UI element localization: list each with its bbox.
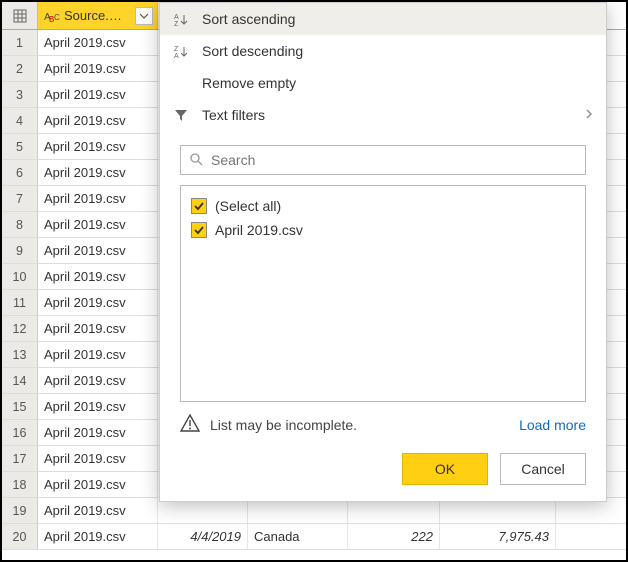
table-icon bbox=[13, 9, 27, 23]
search-input[interactable] bbox=[211, 152, 577, 168]
cell-source-name[interactable]: April 2019.csv bbox=[38, 394, 158, 419]
cell-source-name[interactable]: April 2019.csv bbox=[38, 342, 158, 367]
cell-source-name[interactable]: April 2019.csv bbox=[38, 30, 158, 55]
cell-source-name[interactable]: April 2019.csv bbox=[38, 368, 158, 393]
row-number-cell[interactable]: 4 bbox=[2, 108, 38, 133]
cell-source-name[interactable]: April 2019.csv bbox=[38, 212, 158, 237]
cell-revenue[interactable]: 7,975.43 bbox=[440, 524, 556, 549]
popup-item-label: Text filters bbox=[202, 107, 265, 123]
row-number-cell[interactable]: 11 bbox=[2, 290, 38, 315]
cell-source-name[interactable]: April 2019.csv bbox=[38, 290, 158, 315]
svg-text:Z: Z bbox=[174, 21, 179, 26]
checkbox-label: April 2019.csv bbox=[215, 222, 303, 238]
cell-source-name[interactable]: April 2019.csv bbox=[38, 420, 158, 445]
row-number-cell[interactable]: 1 bbox=[2, 30, 38, 55]
filter-search-box[interactable] bbox=[180, 145, 586, 175]
row-number-cell[interactable]: 2 bbox=[2, 56, 38, 81]
row-number-cell[interactable]: 12 bbox=[2, 316, 38, 341]
column-header-source-name[interactable]: ABC Source.Name bbox=[38, 2, 158, 29]
checkbox-checked[interactable] bbox=[191, 222, 207, 238]
column-filter-dropdown[interactable] bbox=[135, 7, 153, 25]
cell-source-name[interactable]: April 2019.csv bbox=[38, 446, 158, 471]
popup-item-label: Sort ascending bbox=[202, 11, 295, 27]
filter-values-list[interactable]: (Select all) April 2019.csv bbox=[180, 185, 586, 402]
filter-icon bbox=[172, 108, 190, 122]
cell-source-name[interactable]: April 2019.csv bbox=[38, 498, 158, 523]
row-number-cell[interactable]: 20 bbox=[2, 524, 38, 549]
cell-source-name[interactable]: April 2019.csv bbox=[38, 524, 158, 549]
popup-item-label: Remove empty bbox=[202, 75, 296, 91]
row-number-cell[interactable]: 15 bbox=[2, 394, 38, 419]
cell-source-name[interactable]: April 2019.csv bbox=[38, 108, 158, 133]
row-number-header[interactable] bbox=[2, 2, 38, 29]
cell-source-name[interactable]: April 2019.csv bbox=[38, 238, 158, 263]
popup-button-row: OK Cancel bbox=[160, 443, 606, 501]
row-number-cell[interactable]: 7 bbox=[2, 186, 38, 211]
sort-descending-item[interactable]: ZA Sort descending bbox=[160, 35, 606, 67]
chevron-right-icon bbox=[584, 107, 594, 123]
search-icon bbox=[189, 152, 203, 169]
row-number-cell[interactable]: 13 bbox=[2, 342, 38, 367]
column-filter-popup: AZ Sort ascending ZA Sort descending Rem… bbox=[159, 2, 607, 502]
sort-desc-icon: ZA bbox=[172, 44, 190, 58]
row-number-cell[interactable]: 6 bbox=[2, 160, 38, 185]
filter-value-row[interactable]: April 2019.csv bbox=[191, 218, 575, 242]
row-number-cell[interactable]: 9 bbox=[2, 238, 38, 263]
row-number-cell[interactable]: 17 bbox=[2, 446, 38, 471]
cell-country[interactable]: Canada bbox=[248, 524, 348, 549]
row-number-cell[interactable]: 5 bbox=[2, 134, 38, 159]
cell-source-name[interactable]: April 2019.csv bbox=[38, 472, 158, 497]
table-row[interactable]: 20April 2019.csv4/4/2019Canada2227,975.4… bbox=[2, 524, 626, 550]
cancel-button[interactable]: Cancel bbox=[500, 453, 586, 485]
column-label: Source.Name bbox=[64, 8, 131, 23]
warning-icon bbox=[180, 414, 200, 435]
row-number-cell[interactable]: 14 bbox=[2, 368, 38, 393]
cell-units[interactable]: 222 bbox=[348, 524, 440, 549]
popup-item-label: Sort descending bbox=[202, 43, 303, 59]
svg-text:Z: Z bbox=[174, 46, 179, 53]
cell-source-name[interactable]: April 2019.csv bbox=[38, 82, 158, 107]
select-all-row[interactable]: (Select all) bbox=[191, 194, 575, 218]
svg-text:A: A bbox=[174, 53, 179, 58]
cell-source-name[interactable]: April 2019.csv bbox=[38, 186, 158, 211]
cell-source-name[interactable]: April 2019.csv bbox=[38, 56, 158, 81]
row-number-cell[interactable]: 19 bbox=[2, 498, 38, 523]
row-number-cell[interactable]: 8 bbox=[2, 212, 38, 237]
svg-text:C: C bbox=[54, 13, 60, 22]
row-number-cell[interactable]: 3 bbox=[2, 82, 38, 107]
row-number-cell[interactable]: 18 bbox=[2, 472, 38, 497]
checkbox-label: (Select all) bbox=[215, 198, 281, 214]
text-filters-item[interactable]: Text filters bbox=[160, 99, 606, 131]
row-number-cell[interactable]: 10 bbox=[2, 264, 38, 289]
warning-text: List may be incomplete. bbox=[210, 417, 357, 433]
cell-source-name[interactable]: April 2019.csv bbox=[38, 134, 158, 159]
checkbox-checked[interactable] bbox=[191, 198, 207, 214]
cell-source-name[interactable]: April 2019.csv bbox=[38, 264, 158, 289]
sort-ascending-item[interactable]: AZ Sort ascending bbox=[160, 3, 606, 35]
ok-button[interactable]: OK bbox=[402, 453, 488, 485]
sort-asc-icon: AZ bbox=[172, 12, 190, 26]
cell-source-name[interactable]: April 2019.csv bbox=[38, 316, 158, 341]
remove-empty-item[interactable]: Remove empty bbox=[160, 67, 606, 99]
text-type-icon: ABC bbox=[44, 9, 60, 23]
cell-date[interactable]: 4/4/2019 bbox=[158, 524, 248, 549]
chevron-down-icon bbox=[139, 11, 149, 21]
row-number-cell[interactable]: 16 bbox=[2, 420, 38, 445]
incomplete-warning-row: List may be incomplete. Load more bbox=[160, 402, 606, 443]
svg-text:A: A bbox=[174, 14, 179, 21]
load-more-link[interactable]: Load more bbox=[519, 417, 586, 433]
cell-source-name[interactable]: April 2019.csv bbox=[38, 160, 158, 185]
